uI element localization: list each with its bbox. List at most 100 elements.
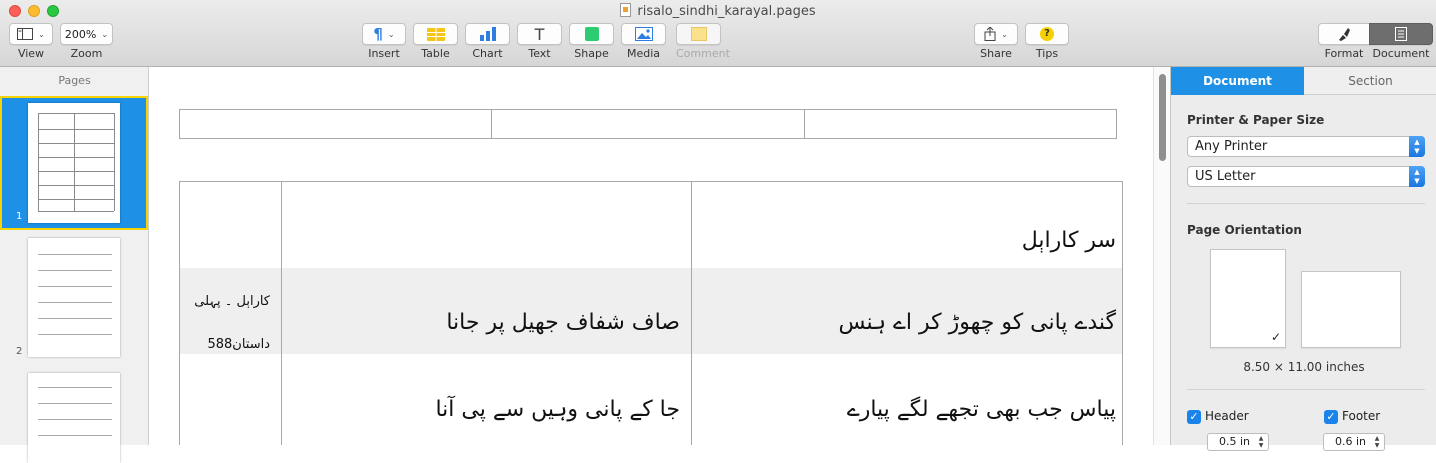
document-label: Document [1372, 47, 1430, 60]
share-button[interactable]: ⌄ [974, 23, 1018, 45]
comment-label: Comment [676, 47, 730, 60]
header-margin-value: 0.5 in [1218, 435, 1250, 448]
table-label: Table [421, 47, 450, 60]
column-divider [281, 182, 282, 445]
comment-button [676, 23, 721, 45]
media-icon [634, 27, 653, 41]
column-divider [691, 182, 692, 445]
shape-label: Shape [574, 47, 609, 60]
divider [1187, 389, 1425, 390]
table-control[interactable]: Table [413, 23, 458, 60]
shape-button[interactable] [569, 23, 614, 45]
shape-icon [584, 27, 599, 41]
table-cell-text[interactable]: گندے پانی کو چھوڑ کر اے ہنس [838, 310, 1116, 335]
poetry-table[interactable]: سر کاراٻل گندے پانی کو چھوڑ کر اے ہنس صا… [179, 181, 1123, 445]
share-icon [984, 27, 996, 41]
table-button[interactable] [413, 23, 458, 45]
table-cell-text[interactable]: پیاس جب بھی تجھے لگے پیارے [847, 397, 1116, 422]
tab-document[interactable]: Document [1171, 67, 1304, 95]
footer-checkbox[interactable]: ✓ [1324, 410, 1338, 424]
insert-control[interactable]: ¶ ⌄ Insert [362, 23, 406, 60]
divider [1187, 203, 1425, 204]
page-number: 1 [16, 211, 23, 222]
zoom-select[interactable]: 200% ⌄ [60, 23, 113, 45]
page-thumbnail-2[interactable]: 2 [0, 235, 148, 359]
comment-icon [690, 27, 707, 41]
chevron-down-icon: ⌄ [101, 29, 109, 39]
portrait-orientation-option[interactable]: ✓ [1210, 249, 1286, 348]
text-label: Text [528, 47, 551, 60]
sidebar-title: Pages [58, 74, 91, 87]
table-cell-text[interactable]: سر کاراٻل [1022, 228, 1116, 253]
view-label: View [17, 47, 45, 60]
page-thumbnail-1[interactable]: 1 [0, 96, 148, 230]
view-control[interactable]: ⌄ View [9, 23, 53, 60]
pages-document-icon [620, 3, 632, 17]
insert-button[interactable]: ¶ ⌄ [362, 23, 406, 45]
format-button[interactable] [1318, 23, 1370, 45]
window-title: risalo_sindhi_karayal.pages [0, 3, 1436, 19]
table-cell-text[interactable]: جا کے پانی وہیں سے پی آنا [435, 397, 680, 422]
document-control[interactable]: Document [1369, 23, 1433, 60]
chart-control[interactable]: Chart [465, 23, 510, 60]
page-preview [28, 373, 120, 463]
text-button[interactable]: T [517, 23, 562, 45]
table-cell-text[interactable]: کاراٻل ۔ پہلی [194, 294, 270, 309]
stepper-icon[interactable]: ▲ ▼ [1256, 435, 1266, 449]
page-header-row[interactable] [179, 109, 1117, 139]
media-button[interactable] [621, 23, 666, 45]
page-preview [28, 103, 120, 223]
paper-size-value: US Letter [1195, 169, 1256, 184]
help-icon: ? [1040, 27, 1054, 41]
header-checkbox[interactable]: ✓ [1187, 410, 1201, 424]
inspector-tabs: Document Section [1171, 67, 1436, 95]
share-control[interactable]: ⌄ Share [974, 23, 1018, 60]
document-canvas[interactable]: سر کاراٻل گندے پانی کو چھوڑ کر اے ہنس صا… [149, 67, 1153, 445]
pages-sidebar: Pages 1 2 [0, 67, 149, 463]
share-label: Share [980, 47, 1012, 60]
document-icon [1395, 27, 1407, 41]
tips-control[interactable]: ? Tips [1025, 23, 1069, 60]
stepper-icon[interactable]: ▲ ▼ [1372, 435, 1382, 449]
header-cell-right[interactable] [805, 110, 1116, 138]
text-box-icon: T [534, 24, 545, 44]
paper-size-select[interactable]: US Letter ▲ ▼ [1187, 166, 1425, 187]
page-preview [28, 238, 120, 357]
view-button[interactable]: ⌄ [9, 23, 53, 45]
window-title-text: risalo_sindhi_karayal.pages [637, 4, 816, 19]
table-cell-text[interactable]: صاف شفاف جھیل پر جانا [446, 310, 680, 335]
text-control[interactable]: T Text [517, 23, 562, 60]
chart-button[interactable] [465, 23, 510, 45]
tips-button[interactable]: ? [1025, 23, 1069, 45]
media-control[interactable]: Media [621, 23, 666, 60]
table-cell-text[interactable]: داستان588 [207, 337, 270, 352]
footer-margin-field[interactable]: 0.6 in ▲ ▼ [1323, 433, 1385, 451]
landscape-orientation-option[interactable] [1301, 271, 1401, 348]
format-control[interactable]: Format [1318, 23, 1370, 60]
chevron-down-icon: ⌄ [387, 29, 395, 39]
sidebar-view-icon [17, 28, 34, 40]
media-label: Media [626, 47, 661, 60]
header-cell-left[interactable] [180, 110, 493, 138]
footer-margin-value: 0.6 in [1334, 435, 1366, 448]
footer-label: Footer [1342, 409, 1381, 423]
header-cell-center[interactable] [492, 110, 805, 138]
document-button[interactable] [1369, 23, 1433, 45]
window-toolbar: risalo_sindhi_karayal.pages ⌄ View 200% … [0, 0, 1436, 67]
insert-label: Insert [368, 47, 400, 60]
chart-label: Chart [472, 47, 503, 60]
vertical-scrollbar[interactable] [1153, 67, 1170, 445]
scrollbar-thumb[interactable] [1159, 74, 1166, 161]
comment-control: Comment [676, 23, 730, 60]
format-label: Format [1324, 47, 1364, 60]
page-thumbnail-3[interactable] [0, 370, 148, 463]
tips-label: Tips [1035, 47, 1059, 60]
checkmark-icon: ✓ [1270, 330, 1281, 344]
zoom-control[interactable]: 200% ⌄ Zoom [60, 23, 113, 60]
shape-control[interactable]: Shape [569, 23, 614, 60]
paragraph-icon: ¶ [373, 25, 383, 43]
page-orientation-heading: Page Orientation [1187, 223, 1302, 237]
printer-select[interactable]: Any Printer ▲ ▼ [1187, 136, 1425, 157]
header-margin-field[interactable]: 0.5 in ▲ ▼ [1207, 433, 1269, 451]
tab-section[interactable]: Section [1304, 67, 1436, 95]
